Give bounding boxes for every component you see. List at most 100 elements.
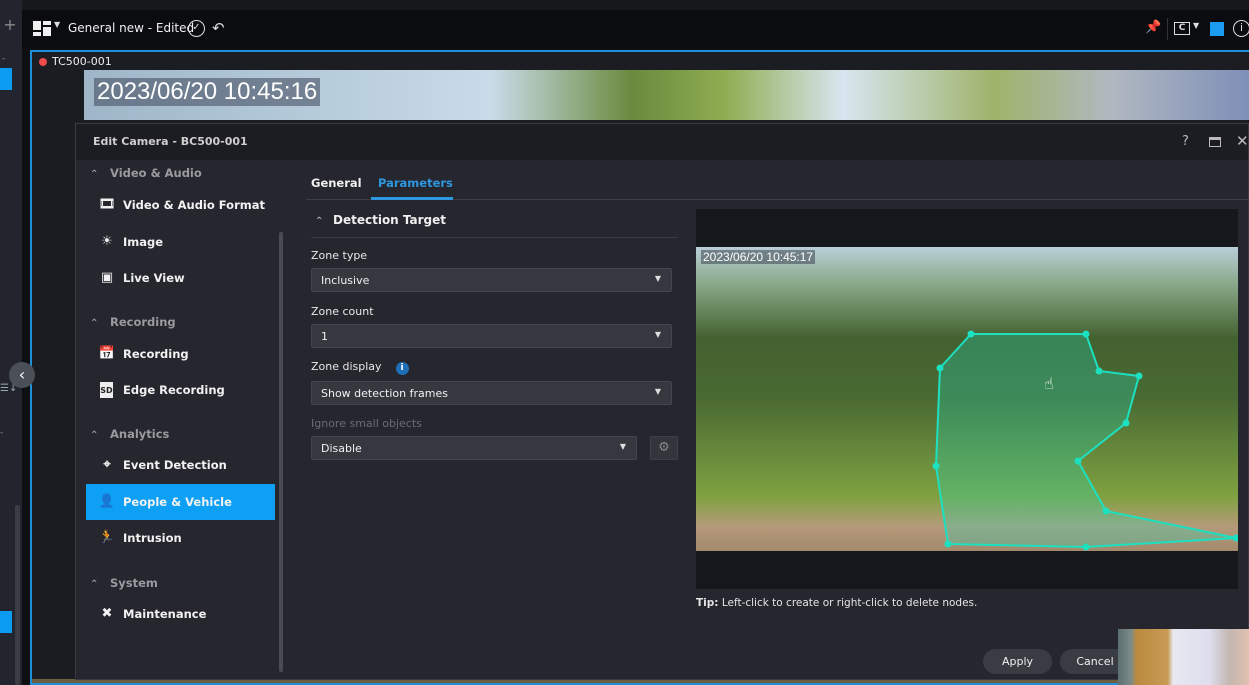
nav-section-label: Video & Audio [110,166,202,180]
chevron-down-icon: ▼ [619,442,626,451]
rail-selected-item[interactable] [0,68,12,90]
zone-count-select[interactable]: 1 ▼ [311,324,672,348]
tab-parameters[interactable]: Parameters [378,176,453,190]
zone-node-handle[interactable] [932,462,940,470]
zone-display-select[interactable]: Show detection frames ▼ [311,381,672,405]
zone-node-handle[interactable] [1135,372,1143,380]
zone-display-label-text: Zone display [311,360,382,373]
tip-prefix: Tip: [696,597,719,609]
nav-item-image[interactable]: ☀ Image [86,224,275,260]
nav-item-event-detection[interactable]: ⌖ Event Detection [86,447,275,483]
zone-preview-panel: 2023/06/20 10:45:17 ☝ [696,209,1238,589]
nav-section-recording[interactable]: ⌃ Recording [90,315,176,329]
camera-c-icon[interactable]: C [1174,22,1190,35]
nav-item-edge-recording[interactable]: SD Edge Recording [86,372,275,408]
window-top-strip [0,0,1249,10]
nav-section-analytics[interactable]: ⌃ Analytics [90,427,169,441]
info-icon[interactable]: i [1233,20,1249,37]
layout-dropdown-caret[interactable]: ▼ [54,20,60,29]
zone-node-handle[interactable] [1102,507,1110,515]
zone-node-handle[interactable] [1082,330,1090,338]
picture-in-picture-video[interactable] [1118,629,1249,685]
check-circle-icon[interactable]: ✓ [188,20,205,37]
rail-dot: - [2,54,6,64]
toolbar-divider [1167,18,1168,40]
zone-editor-canvas[interactable]: 2023/06/20 10:45:17 ☝ [696,247,1238,551]
nav-item-label: People & Vehicle [123,495,232,509]
nav-section-label: Analytics [110,427,170,441]
zone-node-handle[interactable] [1074,457,1082,465]
chevron-down-icon: ▼ [654,387,661,396]
sd-card-icon: SD [100,382,113,398]
tile-video-feed: 2023/06/20 10:45:16 [84,70,1249,120]
ignore-small-objects-label: Ignore small objects [311,417,422,430]
nav-item-video-audio-format[interactable]: 🎞 Video & Audio Format [86,187,275,223]
nav-item-label: Event Detection [123,458,227,472]
chevron-up-icon: ⌃ [90,579,99,590]
nav-scrollbar[interactable] [279,232,283,672]
crosshair-icon: ⌖ [103,457,111,472]
gear-icon[interactable]: ⚙ [650,436,678,460]
tile-header: TC500-001 [32,52,1249,70]
nav-item-intrusion[interactable]: 🏃 Intrusion [86,520,275,556]
zone-node-handle[interactable] [967,330,975,338]
zone-node-handle[interactable] [1082,543,1090,551]
zone-type-label: Zone type [311,249,368,262]
tab-general[interactable]: General [311,176,362,190]
calendar-clock-icon: 📅 [98,346,116,361]
undo-icon[interactable]: ↶ [212,19,225,37]
tile-camera-name: TC500-001 [52,55,112,68]
layout-toolbar: ▼ General new - Edited ✓ ↶ 📌 C ▼ i [22,10,1249,48]
nav-item-label: Video & Audio Format [123,198,265,212]
nav-item-live-view[interactable]: ▣ Live View [86,260,275,296]
chevron-up-icon: ⌃ [90,318,99,329]
tools-icon: ✖ [101,606,113,621]
detection-zone-polygon[interactable] [934,333,1237,549]
ignore-small-objects-select[interactable]: Disable ▼ [311,436,637,460]
nav-section-video-audio[interactable]: ⌃ Video & Audio [90,166,202,180]
pin-icon[interactable]: 📌 [1145,20,1161,35]
zone-node-handle[interactable] [1122,419,1130,427]
tip-body: Left-click to create or right-click to d… [718,597,978,609]
select-value: Inclusive [321,274,370,287]
chevron-up-icon: ⌃ [90,430,99,441]
zone-type-select[interactable]: Inclusive ▼ [311,268,672,292]
tip-text: Tip: Left-click to create or right-click… [696,597,977,609]
nav-item-label: Image [123,235,164,249]
dialog-title: Edit Camera - BC500-001 [93,135,248,148]
close-icon[interactable]: ✕ [1236,132,1249,150]
camera-dropdown-caret[interactable]: ▼ [1193,21,1199,30]
info-icon[interactable]: i [395,362,409,375]
detection-zone-overlay[interactable] [696,247,1238,551]
play-square-icon: ▣ [100,270,114,285]
rail-selected-item[interactable] [0,611,12,633]
zone-node-handle[interactable] [936,364,944,372]
nav-section-system[interactable]: ⌃ System [90,576,158,590]
brightness-icon: ☀ [101,234,113,249]
hand-cursor-icon: ☝ [1044,374,1054,393]
nav-item-people-vehicle[interactable]: 👤 People & Vehicle [86,484,275,520]
maximize-icon[interactable] [1209,137,1221,147]
apply-button[interactable]: Apply [983,649,1052,674]
rail-scrollbar[interactable] [15,505,20,685]
section-detection-target[interactable]: ⌃ Detection Target [311,213,678,238]
nav-item-maintenance[interactable]: ✖ Maintenance [86,596,275,632]
zone-node-handle[interactable] [944,540,952,548]
nav-item-recording[interactable]: 📅 Recording [86,336,275,372]
nav-item-label: Live View [123,271,185,285]
tile-timestamp: 2023/06/20 10:45:16 [94,78,321,106]
zone-node-handle[interactable] [1232,534,1239,542]
nav-section-label: System [110,576,158,590]
left-app-rail: + - ☰↓ - [0,0,22,685]
settings-content: General Parameters ⌃ Detection Target Zon… [306,160,1249,681]
expand-icon[interactable] [1210,22,1224,36]
layout-grid-icon[interactable] [33,21,51,36]
select-value: Show detection frames [321,387,448,400]
chevron-left-icon[interactable]: ‹ [9,362,35,388]
select-value: Disable [321,442,362,455]
plus-icon[interactable]: + [2,16,18,34]
zone-node-handle[interactable] [1095,367,1103,375]
zone-display-label: Zone display i [311,360,409,375]
rail-dot: - [0,428,4,438]
help-icon[interactable]: ? [1182,134,1189,149]
